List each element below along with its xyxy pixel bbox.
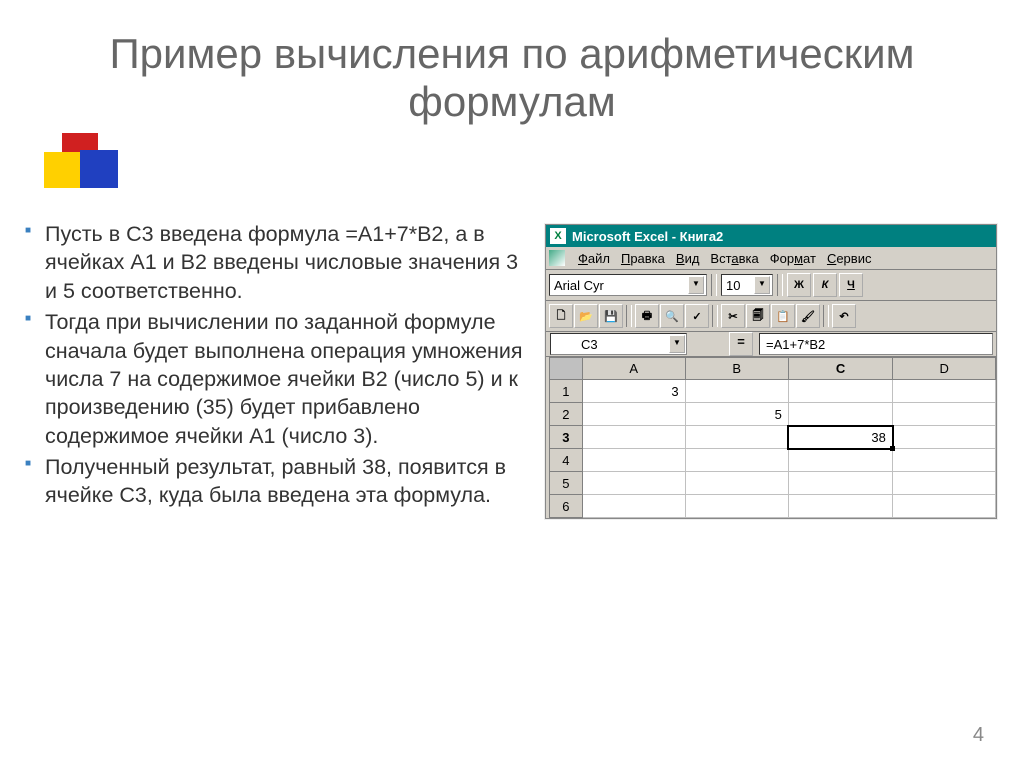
- slide-body: Пусть в С3 введена формула =А1+7*В2, а в…: [19, 220, 524, 513]
- excel-menubar: Файл Правка Вид Вставка Формат Сервис: [546, 247, 996, 270]
- cell-C3[interactable]: 38: [788, 426, 892, 449]
- row-header[interactable]: 1: [550, 380, 583, 403]
- cell-C5[interactable]: [788, 472, 892, 495]
- cell-A6[interactable]: [582, 495, 685, 518]
- italic-button[interactable]: К: [813, 273, 837, 297]
- cell-B3[interactable]: [685, 426, 788, 449]
- paste-icon[interactable]: 📋: [771, 304, 795, 328]
- cell-D3[interactable]: [893, 426, 996, 449]
- cell-C1[interactable]: [788, 380, 892, 403]
- cell-C2[interactable]: [788, 403, 892, 426]
- copy-icon[interactable]: 🗐: [746, 304, 770, 328]
- cell-A1[interactable]: 3: [582, 380, 685, 403]
- spreadsheet-grid[interactable]: A B C D 1 3 2 5 3 38 4: [549, 357, 996, 518]
- excel-icon: X: [550, 228, 566, 244]
- col-header[interactable]: A: [582, 358, 685, 380]
- preview-icon[interactable]: 🔍: [660, 304, 684, 328]
- cell-B4[interactable]: [685, 449, 788, 472]
- save-icon[interactable]: 💾: [599, 304, 623, 328]
- underline-button[interactable]: Ч: [839, 273, 863, 297]
- cut-icon[interactable]: ✂: [721, 304, 745, 328]
- cell-C6[interactable]: [788, 495, 892, 518]
- cell-D6[interactable]: [893, 495, 996, 518]
- equals-button[interactable]: =: [729, 332, 753, 356]
- excel-titlebar: X Microsoft Excel - Книга2: [546, 225, 996, 247]
- row-header[interactable]: 3: [550, 426, 583, 449]
- col-header[interactable]: B: [685, 358, 788, 380]
- cell-D5[interactable]: [893, 472, 996, 495]
- row-header[interactable]: 6: [550, 495, 583, 518]
- row-header[interactable]: 5: [550, 472, 583, 495]
- menu-insert[interactable]: Вставка: [710, 251, 758, 266]
- fontsize-selector[interactable]: 10▼: [721, 274, 773, 296]
- cell-A4[interactable]: [582, 449, 685, 472]
- cell-D1[interactable]: [893, 380, 996, 403]
- bullet-item: Пусть в С3 введена формула =А1+7*В2, а в…: [19, 220, 524, 305]
- name-box[interactable]: C3▼: [550, 333, 687, 355]
- menu-format[interactable]: Формат: [770, 251, 816, 266]
- format-painter-icon[interactable]: 🖌: [796, 304, 820, 328]
- cell-B1[interactable]: [685, 380, 788, 403]
- cell-D4[interactable]: [893, 449, 996, 472]
- spell-icon[interactable]: ✓: [685, 304, 709, 328]
- bullet-item: Тогда при вычислении по заданной формуле…: [19, 308, 524, 450]
- col-header[interactable]: C: [788, 358, 892, 380]
- bullet-item: Полученный результат, равный 38, появитс…: [19, 453, 524, 510]
- cell-C4[interactable]: [788, 449, 892, 472]
- slide-number: 4: [973, 724, 984, 747]
- cell-B6[interactable]: [685, 495, 788, 518]
- new-icon[interactable]: 🗋: [549, 304, 573, 328]
- open-icon[interactable]: 📂: [574, 304, 598, 328]
- excel-window-title: Microsoft Excel - Книга2: [572, 229, 723, 244]
- cell-A3[interactable]: [582, 426, 685, 449]
- menu-file[interactable]: Файл: [578, 251, 610, 266]
- excel-formula-bar: C3▼ = =A1+7*B2: [546, 332, 996, 357]
- workbook-icon: [549, 250, 565, 266]
- cell-A2[interactable]: [582, 403, 685, 426]
- cell-B2[interactable]: 5: [685, 403, 788, 426]
- slide-title: Пример вычисления по арифметическим форм…: [50, 30, 974, 127]
- col-header[interactable]: D: [893, 358, 996, 380]
- undo-icon[interactable]: ↶: [832, 304, 856, 328]
- cell-A5[interactable]: [582, 472, 685, 495]
- row-header[interactable]: 2: [550, 403, 583, 426]
- formula-input[interactable]: =A1+7*B2: [759, 333, 993, 355]
- excel-format-bar: Arial Cyr▼ 10▼ Ж К Ч: [546, 270, 996, 301]
- excel-window: X Microsoft Excel - Книга2 Файл Правка В…: [545, 224, 997, 519]
- cell-D2[interactable]: [893, 403, 996, 426]
- select-all-corner[interactable]: [550, 358, 583, 380]
- excel-standard-toolbar: 🗋 📂 💾 🖶 🔍 ✓ ✂ 🗐 📋 🖌 ↶: [546, 301, 996, 332]
- menu-view[interactable]: Вид: [676, 251, 700, 266]
- bold-button[interactable]: Ж: [787, 273, 811, 297]
- row-header[interactable]: 4: [550, 449, 583, 472]
- menu-service[interactable]: Сервис: [827, 251, 872, 266]
- menu-edit[interactable]: Правка: [621, 251, 665, 266]
- cell-B5[interactable]: [685, 472, 788, 495]
- print-icon[interactable]: 🖶: [635, 304, 659, 328]
- font-selector[interactable]: Arial Cyr▼: [549, 274, 707, 296]
